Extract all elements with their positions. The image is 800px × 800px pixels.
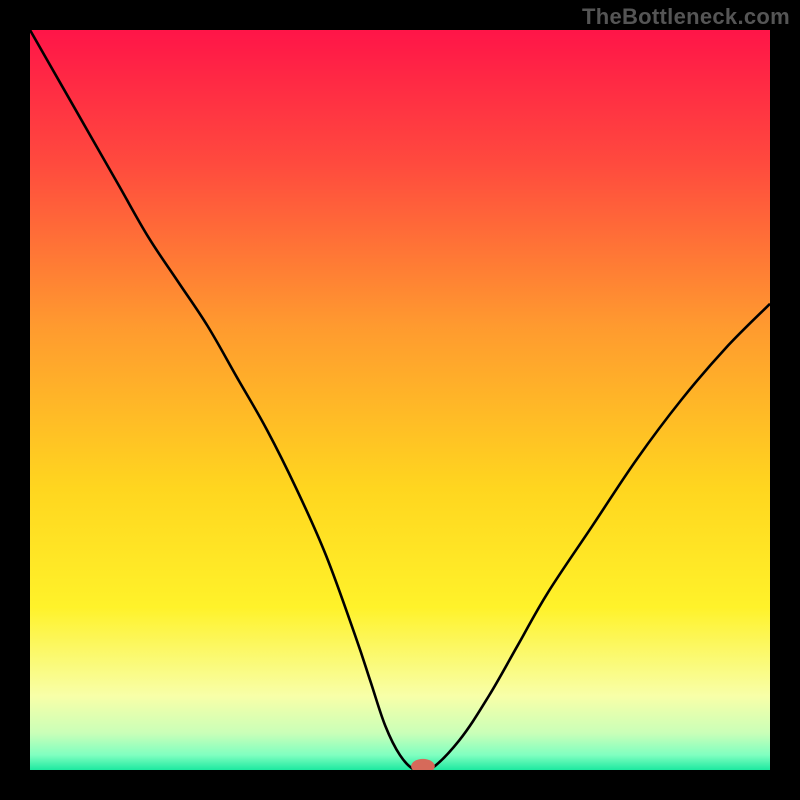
chart-frame: TheBottleneck.com — [0, 0, 800, 800]
attribution-label: TheBottleneck.com — [582, 4, 790, 30]
gradient-background — [30, 30, 770, 770]
plot-area — [30, 30, 770, 770]
bottleneck-chart — [30, 30, 770, 770]
